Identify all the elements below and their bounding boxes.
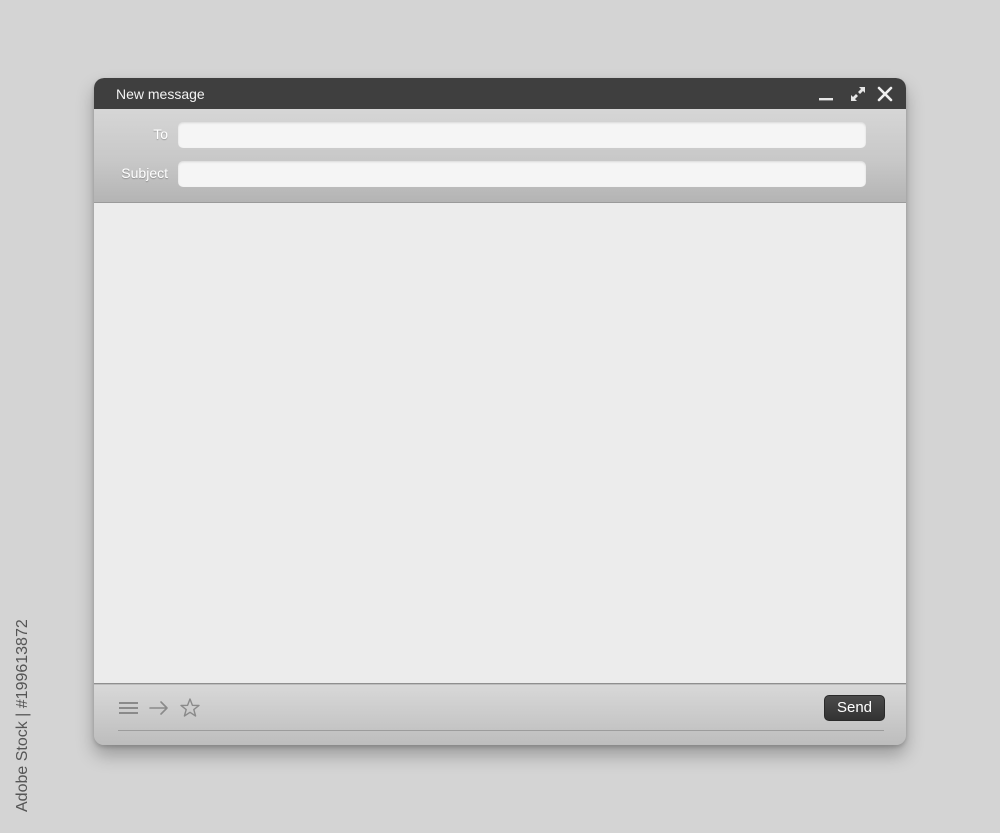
star-icon[interactable] [179, 697, 201, 719]
minimize-icon[interactable] [816, 84, 836, 104]
send-button[interactable]: Send [824, 695, 885, 721]
to-label: To [153, 126, 168, 142]
menu-icon[interactable] [118, 697, 140, 719]
title-bar: New message [94, 78, 906, 109]
compose-window: New message To Subject Send [94, 78, 906, 745]
subject-field[interactable] [178, 161, 866, 187]
forward-arrow-icon[interactable] [148, 697, 170, 719]
stock-credit: Adobe Stock | #199613872 [14, 619, 31, 812]
compose-header: To Subject [94, 109, 906, 203]
subject-label: Subject [121, 165, 168, 181]
to-field[interactable] [178, 122, 866, 148]
message-body[interactable] [94, 203, 906, 684]
expand-icon[interactable] [848, 84, 868, 104]
close-icon[interactable] [875, 84, 895, 104]
compose-footer: Send [94, 685, 906, 745]
window-title: New message [116, 86, 205, 102]
footer-divider [118, 730, 884, 731]
